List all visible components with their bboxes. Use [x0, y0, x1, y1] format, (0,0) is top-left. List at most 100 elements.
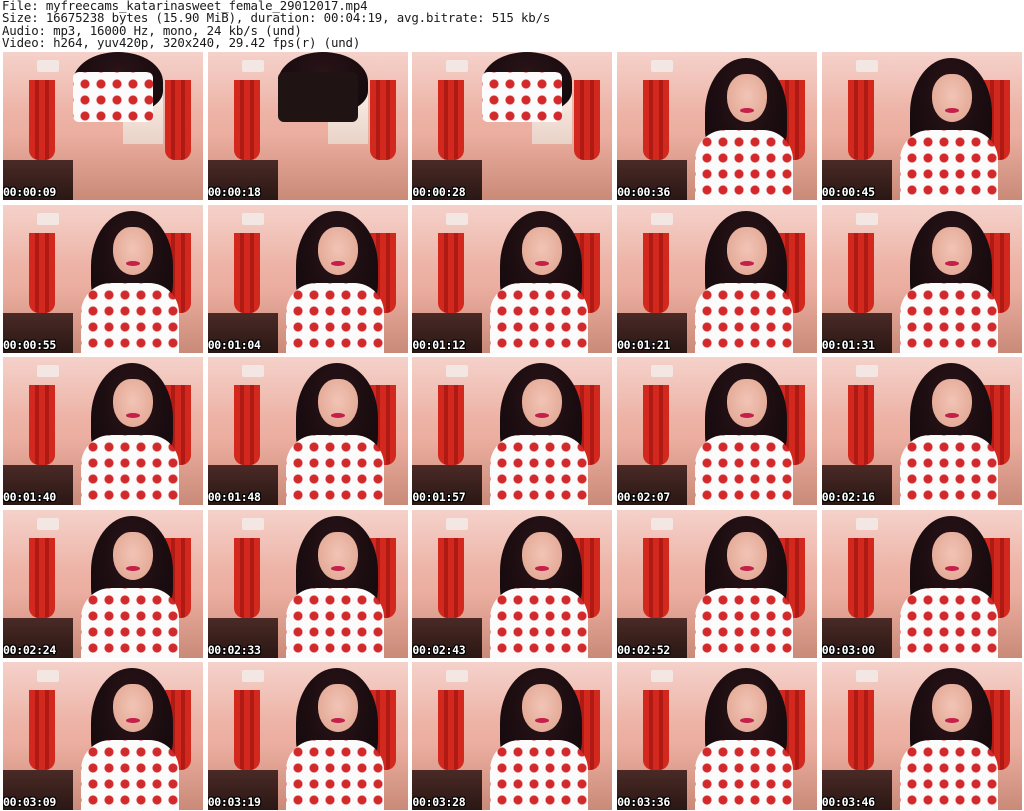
air-conditioner — [651, 670, 674, 682]
timestamp-label: 00:00:45 — [821, 185, 875, 199]
timestamp-label: 00:01:40 — [3, 490, 56, 504]
person-top — [490, 587, 589, 658]
person-top — [81, 282, 179, 353]
person-face — [113, 226, 153, 275]
person-face — [931, 74, 972, 122]
person-lips — [126, 718, 140, 723]
person-face — [727, 684, 768, 732]
thumbnail-grid: 00:00:09 00:00:18 00:00:28 00:00:36 00:00:45… — [3, 52, 1022, 810]
curtain-right — [165, 80, 191, 160]
person-face — [317, 379, 358, 427]
curtain-left — [847, 232, 874, 313]
person-face — [931, 379, 972, 427]
air-conditioner — [651, 517, 674, 530]
air-conditioner — [37, 670, 59, 682]
curtain-left — [29, 385, 55, 465]
person-lips — [740, 108, 755, 113]
timestamp-label: 00:02:33 — [207, 642, 261, 657]
curtain-left — [643, 537, 670, 618]
timestamp-label: 00:02:07 — [617, 490, 671, 504]
curtain-left — [438, 537, 465, 618]
curtain-left — [847, 80, 874, 160]
air-conditioner — [855, 60, 878, 72]
air-conditioner — [446, 60, 469, 72]
timestamp-label: 00:01:04 — [207, 337, 261, 352]
video-thumbnail: 00:03:36 — [617, 662, 818, 810]
person-lips — [740, 718, 755, 723]
curtain-left — [847, 537, 874, 618]
timestamp-label: 00:03:00 — [821, 642, 875, 657]
video-thumbnail: 00:02:52 — [617, 509, 818, 658]
video-thumbnail: 00:01:21 — [617, 204, 818, 353]
air-conditioner — [241, 60, 264, 72]
video-thumbnail: 00:01:31 — [821, 204, 1022, 353]
curtain-left — [438, 690, 465, 770]
person-face — [317, 531, 358, 580]
timestamp-label: 00:01:48 — [207, 490, 261, 504]
timestamp-label: 00:03:09 — [3, 795, 56, 809]
curtain-left — [233, 80, 260, 160]
air-conditioner — [855, 365, 878, 377]
timestamp-label: 00:00:36 — [617, 185, 671, 199]
video-thumbnail: 00:00:18 — [207, 52, 408, 200]
video-thumbnail: 00:02:07 — [617, 357, 818, 505]
curtain-left — [643, 232, 670, 313]
timestamp-label: 00:00:09 — [3, 185, 56, 199]
timestamp-label: 00:01:21 — [617, 337, 671, 352]
person-top — [695, 130, 794, 200]
person-top — [695, 740, 794, 810]
timestamp-label: 00:01:31 — [821, 337, 875, 352]
video-thumbnail: 00:01:12 — [412, 204, 613, 353]
curtain-left — [847, 690, 874, 770]
person-lips — [740, 260, 755, 266]
person-top — [899, 282, 998, 353]
person-lips — [944, 260, 959, 266]
timestamp-label: 00:02:16 — [821, 490, 875, 504]
air-conditioner — [651, 60, 674, 72]
timestamp-label: 00:00:28 — [412, 185, 466, 199]
person-top — [490, 740, 589, 810]
air-conditioner — [446, 212, 469, 225]
person-top — [81, 587, 179, 658]
person-lips — [330, 565, 345, 571]
person-top — [899, 740, 998, 810]
person-top — [81, 740, 179, 810]
person-lips — [944, 413, 959, 418]
curtain-left — [233, 232, 260, 313]
air-conditioner — [855, 212, 878, 225]
video-thumbnail: 00:00:36 — [617, 52, 818, 200]
timestamp-label: 00:02:24 — [3, 642, 56, 657]
curtain-right — [574, 80, 601, 160]
air-conditioner — [651, 212, 674, 225]
video-thumbnail: 00:02:24 — [3, 509, 203, 658]
person-face — [522, 226, 563, 275]
person-lips — [330, 718, 345, 723]
person-face — [931, 226, 972, 275]
air-conditioner — [446, 517, 469, 530]
curtain-left — [29, 80, 55, 160]
curtain-left — [29, 690, 55, 770]
video-thumbnail: 00:02:33 — [207, 509, 408, 658]
person-lips — [126, 413, 140, 418]
video-thumbnail: 00:03:46 — [821, 662, 1022, 810]
video-thumbnail: 00:02:43 — [412, 509, 613, 658]
video-thumbnail: 00:03:00 — [821, 509, 1022, 658]
person-lips — [126, 260, 140, 266]
timestamp-label: 00:00:55 — [3, 337, 56, 352]
person-face — [727, 226, 768, 275]
air-conditioner — [241, 365, 264, 377]
air-conditioner — [241, 517, 264, 530]
timestamp-label: 00:03:28 — [412, 795, 466, 809]
video-thumbnail: 00:00:28 — [412, 52, 613, 200]
air-conditioner — [241, 212, 264, 225]
person-face — [727, 74, 768, 122]
curtain-left — [233, 385, 260, 465]
person-face — [522, 531, 563, 580]
video-thumbnail: 00:01:57 — [412, 357, 613, 505]
video-thumbnail: 00:03:09 — [3, 662, 203, 810]
timestamp-label: 00:02:52 — [617, 642, 671, 657]
person-top — [695, 587, 794, 658]
curtain-left — [438, 80, 465, 160]
video-info-line: Video: h264, yuv420p, 320x240, 29.42 fps… — [2, 34, 361, 50]
person-face — [113, 684, 153, 732]
